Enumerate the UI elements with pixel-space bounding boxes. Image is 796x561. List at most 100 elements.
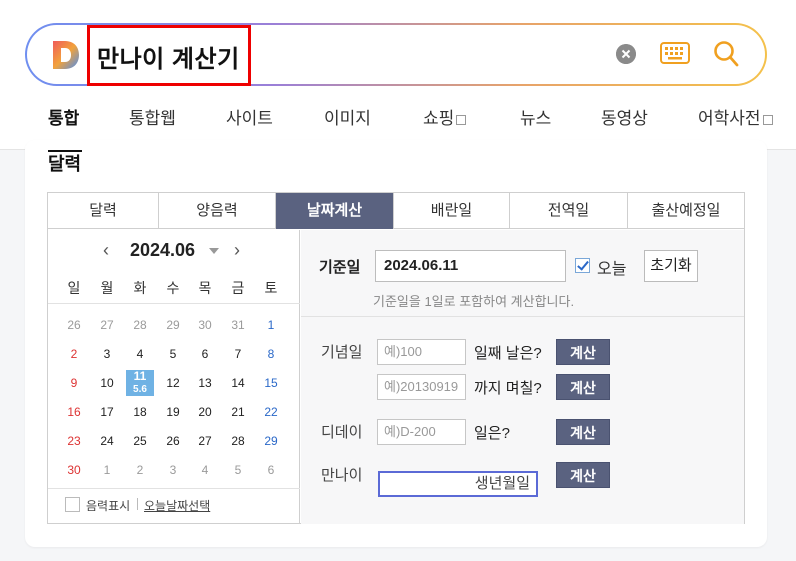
- calendar-day[interactable]: 27: [191, 428, 219, 454]
- calendar-day[interactable]: 26: [60, 312, 88, 338]
- wtab-ovulation[interactable]: 배란일: [394, 193, 510, 229]
- search-icon[interactable]: [712, 39, 740, 69]
- calendar-day[interactable]: 20: [191, 399, 219, 425]
- dday-input[interactable]: 예)D-200: [377, 419, 466, 445]
- search-tabs: 통합 통합웹 사이트 이미지 쇼핑 뉴스 동영상 어학사전: [0, 96, 796, 136]
- base-date-label: 기준일: [319, 259, 361, 276]
- tab-site[interactable]: 사이트: [226, 104, 273, 129]
- calendar-day[interactable]: 2: [126, 457, 154, 483]
- calendar-day[interactable]: 9: [60, 370, 88, 396]
- calendar-day[interactable]: 28: [126, 312, 154, 338]
- divider: [301, 316, 744, 317]
- calendar-day[interactable]: 8: [257, 341, 285, 367]
- base-date-hint: 기준일을 1일로 포함하여 계산합니다.: [373, 294, 575, 309]
- calendar-day[interactable]: 6: [191, 341, 219, 367]
- search-input[interactable]: 만나이 계산기: [97, 39, 240, 74]
- calendar-day[interactable]: 30: [60, 457, 88, 483]
- select-today-link[interactable]: 오늘날짜선택: [144, 497, 210, 514]
- wtab-date-calc[interactable]: 날짜계산: [276, 193, 394, 229]
- reset-button[interactable]: 초기화: [644, 250, 698, 282]
- weekday-label: 월: [100, 280, 114, 296]
- birthdate-input[interactable]: 생년월일: [378, 471, 538, 497]
- calendar-day[interactable]: 29: [257, 428, 285, 454]
- calendar-day[interactable]: 25: [126, 428, 154, 454]
- lunar-date: 5.6: [133, 384, 147, 395]
- anniversary-days-input[interactable]: 예)100: [377, 339, 466, 365]
- calendar-day[interactable]: 31: [224, 312, 252, 338]
- calendar-day[interactable]: 24: [93, 428, 121, 454]
- calendar-day[interactable]: 28: [224, 428, 252, 454]
- until-date-input[interactable]: 예)20130919: [377, 374, 466, 400]
- wtab-due-date[interactable]: 출산예정일: [628, 193, 744, 229]
- today-label[interactable]: 오늘: [597, 255, 626, 279]
- dday-calc-button[interactable]: 계산: [556, 419, 610, 445]
- calendar-day[interactable]: 5: [224, 457, 252, 483]
- lunar-display-checkbox[interactable]: [65, 497, 80, 512]
- clear-icon[interactable]: [616, 44, 636, 64]
- tab-image[interactable]: 이미지: [324, 104, 371, 129]
- calendar-day[interactable]: 29: [159, 312, 187, 338]
- mini-calendar: ‹ 2024.06 › 일월화수목금토 26 27 28 29 30 31 1 2 3 4 5 6 7 8…: [48, 230, 300, 524]
- calendar-day[interactable]: 6: [257, 457, 285, 483]
- calendar-day[interactable]: 22: [257, 399, 285, 425]
- until-calc-button[interactable]: 계산: [556, 374, 610, 400]
- external-link-icon: [456, 114, 467, 125]
- calendar-day[interactable]: 17: [93, 399, 121, 425]
- calendar-day[interactable]: 30: [191, 312, 219, 338]
- calendar-day[interactable]: 2: [60, 341, 88, 367]
- anniversary-label: 기념일: [321, 344, 363, 361]
- date-calc-panel: 기준일 2024.06.11 오늘 초기화 기준일을 1일로 포함하여 계산합니…: [301, 230, 744, 524]
- wtab-lunar-convert[interactable]: 양음력: [159, 193, 276, 229]
- calendar-day[interactable]: 3: [93, 341, 121, 367]
- keyboard-icon[interactable]: [660, 42, 690, 64]
- calendar-day[interactable]: 27: [93, 312, 121, 338]
- calendar-day[interactable]: 4: [126, 341, 154, 367]
- calendar-day[interactable]: 1: [93, 457, 121, 483]
- calendar-day[interactable]: 18: [126, 399, 154, 425]
- base-date-input[interactable]: 2024.06.11: [375, 250, 566, 282]
- weekday-label: 수: [166, 280, 180, 296]
- tab-video[interactable]: 동영상: [601, 104, 648, 129]
- tab-news[interactable]: 뉴스: [520, 104, 551, 129]
- prev-month-button[interactable]: ‹: [103, 240, 109, 261]
- search-bar: 만나이 계산기: [25, 23, 767, 86]
- date-widget: 달력 양음력 날짜계산 배란일 전역일 출산예정일 ‹ 2024.06 › 일 월…: [47, 192, 745, 524]
- calendar-day[interactable]: 13: [191, 370, 219, 396]
- calendar-day[interactable]: 12: [159, 370, 187, 396]
- calendar-day[interactable]: 3: [159, 457, 187, 483]
- calendar-day-today[interactable]: 11 5.6: [126, 370, 154, 396]
- lunar-display-label[interactable]: 음력표시: [86, 497, 130, 514]
- calendar-day[interactable]: 5: [159, 341, 187, 367]
- calendar-card: 달력 달력 양음력 날짜계산 배란일 전역일 출산예정일 ‹ 2024.06 ›…: [25, 140, 767, 547]
- wtab-discharge[interactable]: 전역일: [510, 193, 628, 229]
- age-calc-button[interactable]: 계산: [556, 462, 610, 488]
- calendar-day[interactable]: 15: [257, 370, 285, 396]
- chevron-down-icon[interactable]: [209, 248, 219, 254]
- calendar-day[interactable]: 14: [224, 370, 252, 396]
- wtab-calendar[interactable]: 달력: [48, 193, 159, 229]
- weekday-label: 일: [67, 280, 81, 296]
- calendar-day[interactable]: 21: [224, 399, 252, 425]
- divider: [48, 303, 300, 304]
- tab-dictionary[interactable]: 어학사전: [698, 104, 773, 129]
- tab-shopping[interactable]: 쇼핑: [423, 104, 467, 129]
- daum-logo-icon[interactable]: [51, 39, 81, 71]
- month-label[interactable]: 2024.06: [130, 240, 195, 261]
- tab-integrated[interactable]: 통합: [48, 104, 79, 129]
- calendar-day[interactable]: 1: [257, 312, 285, 338]
- weekday-label: 화: [133, 280, 147, 296]
- calendar-day[interactable]: 7: [224, 341, 252, 367]
- anniversary-calc-button[interactable]: 계산: [556, 339, 610, 365]
- calendar-day[interactable]: 23: [60, 428, 88, 454]
- tab-integrated-web[interactable]: 통합웹: [129, 104, 176, 129]
- dday-label: 디데이: [321, 424, 363, 441]
- calendar-day[interactable]: 10: [93, 370, 121, 396]
- today-checkbox[interactable]: [575, 258, 590, 273]
- next-month-button[interactable]: ›: [234, 240, 240, 261]
- calendar-day[interactable]: 16: [60, 399, 88, 425]
- search-header: 만나이 계산기 통합 통합웹 사이트 이미지 쇼핑 뉴스 동영상 어학사전: [0, 0, 796, 150]
- calendar-day[interactable]: 19: [159, 399, 187, 425]
- calendar-day[interactable]: 26: [159, 428, 187, 454]
- day-number: 11: [133, 369, 147, 383]
- calendar-day[interactable]: 4: [191, 457, 219, 483]
